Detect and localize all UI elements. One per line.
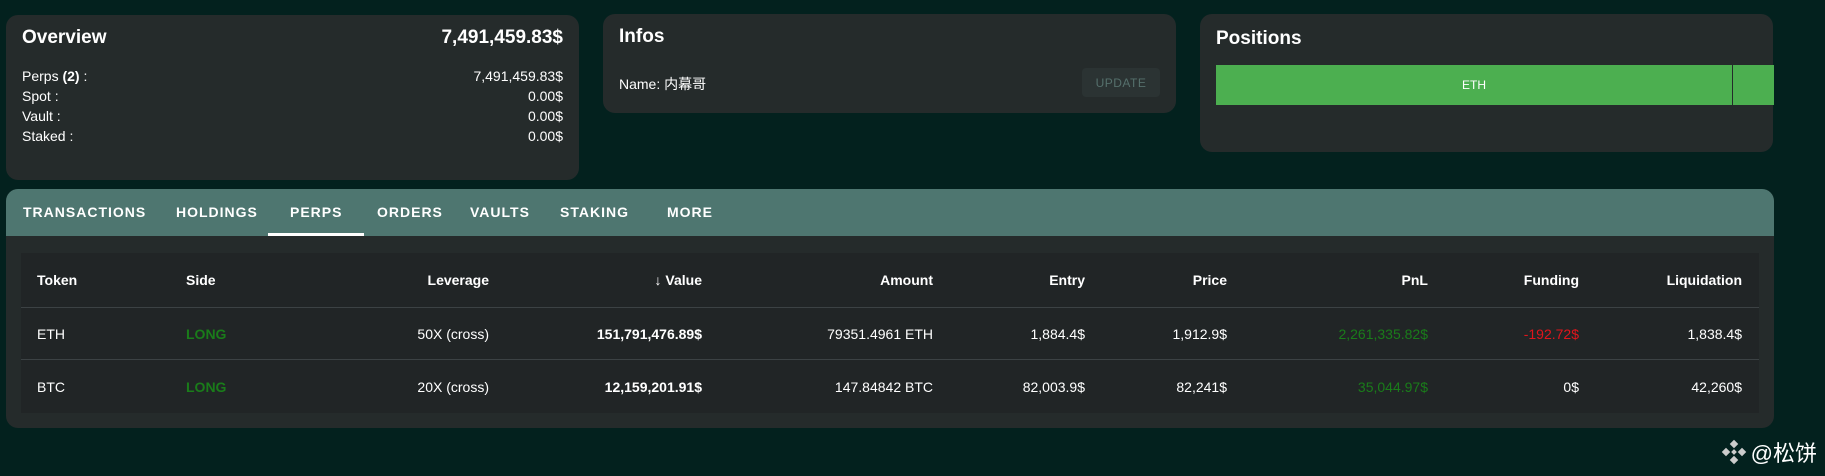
staked-label: Staked : <box>22 128 74 144</box>
overview-card: Overview 7,491,459.83$ Perps (2) : 7,491,… <box>6 15 579 180</box>
header-liquidation[interactable]: Liquidation <box>1667 272 1742 288</box>
tab-holdings[interactable]: HOLDINGS <box>176 189 258 236</box>
table-header: Token Side Leverage ↓ Value Amount Entry Price… <box>21 253 1759 308</box>
table-row: ETH LONG 50X (cross) 151,791,476.89$ 79351.4… <box>21 308 1759 360</box>
binance-logo-icon <box>1721 439 1746 465</box>
watermark-text: @松饼 <box>1750 441 1817 466</box>
cell-price: 82,241$ <box>1176 379 1227 395</box>
cell-funding: 0$ <box>1563 379 1579 395</box>
infos-card: Infos Name: 内幕哥 UPDATE <box>603 14 1176 113</box>
tab-staking[interactable]: STAKING <box>560 189 629 236</box>
cell-amount: 79351.4961 ETH <box>827 325 933 342</box>
overview-total: 7,491,459.83$ <box>441 27 563 48</box>
cell-liquidation: 1,838.4$ <box>1687 325 1743 342</box>
cell-entry: 1,884.4$ <box>1030 325 1086 342</box>
tabs-panel: TRANSACTIONS HOLDINGS PERPS ORDERS VAULT… <box>6 189 1774 428</box>
header-amount[interactable]: Amount <box>880 272 933 288</box>
tab-bar: TRANSACTIONS HOLDINGS PERPS ORDERS VAULT… <box>6 189 1774 236</box>
cell-pnl: 2,261,335.82$ <box>1338 325 1428 342</box>
tab-orders[interactable]: ORDERS <box>377 189 443 236</box>
tab-perps[interactable]: PERPS <box>267 189 366 236</box>
position-bar-other[interactable] <box>1733 65 1774 105</box>
header-funding[interactable]: Funding <box>1524 272 1579 288</box>
position-bar-eth[interactable]: ETH <box>1216 65 1732 105</box>
header-pnl[interactable]: PnL <box>1402 272 1428 288</box>
perps-table: Token Side Leverage ↓ Value Amount Entry Price… <box>21 253 1759 413</box>
cell-funding: -192.72$ <box>1523 325 1579 342</box>
header-token[interactable]: Token <box>37 272 77 288</box>
cell-token: ETH <box>37 325 65 342</box>
header-entry[interactable]: Entry <box>1049 272 1085 288</box>
header-value-label: Value <box>665 272 702 288</box>
positions-card: Positions ETH <box>1200 14 1774 152</box>
tab-transactions[interactable]: TRANSACTIONS <box>23 189 146 236</box>
cell-entry: 82,003.9$ <box>1022 379 1085 395</box>
account-name: Name: 内幕哥 <box>619 76 707 92</box>
spot-label: Spot : <box>22 88 59 104</box>
cell-pnl: 35,044.97$ <box>1357 379 1428 395</box>
staked-value: 0.00$ <box>527 128 563 144</box>
header-leverage[interactable]: Leverage <box>428 272 489 288</box>
infos-title: Infos <box>619 26 665 47</box>
table-row: BTC LONG 20X (cross) 12,159,201.91$ 147.8484… <box>21 361 1759 413</box>
header-side[interactable]: Side <box>186 272 216 288</box>
cell-side: LONG <box>186 325 227 342</box>
cell-value: 12,159,201.91$ <box>604 379 702 395</box>
header-price[interactable]: Price <box>1193 272 1227 288</box>
overview-title: Overview <box>22 27 107 48</box>
cell-price: 1,912.9$ <box>1172 325 1228 342</box>
update-button[interactable]: UPDATE <box>1082 68 1160 97</box>
spot-value: 0.00$ <box>527 88 563 104</box>
cell-leverage: 20X (cross) <box>417 379 489 395</box>
sort-desc-icon: ↓ <box>654 272 666 288</box>
cell-side: LONG <box>186 379 227 395</box>
watermark: @松饼 <box>1721 436 1817 468</box>
perps-value: 7,491,459.83$ <box>473 68 563 84</box>
perps-label: Perps (2) : <box>22 68 88 84</box>
tab-vaults[interactable]: VAULTS <box>470 189 530 236</box>
cell-liquidation: 42,260$ <box>1691 379 1742 395</box>
cell-token: BTC <box>37 379 65 395</box>
vault-value: 0.00$ <box>527 108 563 124</box>
tab-more[interactable]: MORE <box>667 189 713 236</box>
vault-label: Vault : <box>22 108 61 124</box>
cell-leverage: 50X (cross) <box>417 325 489 342</box>
header-value[interactable]: ↓ Value <box>655 272 702 288</box>
positions-title: Positions <box>1216 28 1302 49</box>
cell-value: 151,791,476.89$ <box>596 325 702 342</box>
cell-amount: 147.84842 BTC <box>834 379 933 395</box>
